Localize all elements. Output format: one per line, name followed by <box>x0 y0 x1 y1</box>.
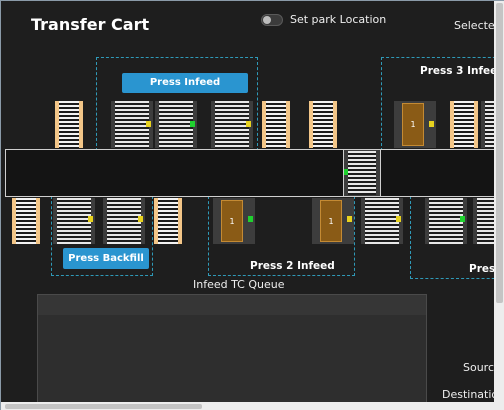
pallet: 1 <box>402 103 424 146</box>
roller-conveyor <box>55 101 83 148</box>
pallet: 1 <box>320 200 342 242</box>
station-slats <box>215 101 249 148</box>
press2-infeed-label: Press 2 Infeed <box>250 260 335 272</box>
park-location-toggle[interactable] <box>261 14 283 26</box>
infeed-queue-table[interactable] <box>37 294 427 410</box>
station-slats <box>159 101 193 148</box>
press2-infeed-station-2[interactable]: 1 <box>312 198 354 244</box>
vertical-scrollbar[interactable] <box>494 1 504 402</box>
roller-conveyor <box>262 101 290 148</box>
press2-infeed-station-3[interactable] <box>361 198 403 244</box>
pallet-number: 1 <box>410 120 416 130</box>
park-location-label: Set park Location <box>290 13 387 26</box>
transfer-track <box>5 149 495 197</box>
backfill-station-2[interactable] <box>103 198 145 244</box>
transfer-cart[interactable] <box>343 149 381 197</box>
page-title: Transfer Cart <box>31 15 150 34</box>
queue-table-header <box>38 295 426 315</box>
press-infeed-station-2[interactable] <box>155 101 197 148</box>
roller-conveyor <box>450 101 478 148</box>
press3-infeed-station-1[interactable]: 1 <box>394 101 436 148</box>
station-slats <box>107 198 141 244</box>
toggle-knob <box>263 16 271 24</box>
pallet-number: 1 <box>229 217 235 226</box>
press3-infeed-label: Press 3 Infeed <box>420 65 504 77</box>
transfer-cart-screen: Transfer Cart Set park Location Selected… <box>0 0 504 410</box>
roller-conveyor <box>12 198 40 244</box>
station-slats <box>115 101 149 148</box>
roller-conveyor <box>154 198 182 244</box>
cart-slats <box>348 151 376 195</box>
status-indicator <box>88 216 93 222</box>
roller-conveyor <box>309 101 337 148</box>
press-infeed-station-1[interactable] <box>111 101 153 148</box>
horizontal-scroll-thumb[interactable] <box>5 404 202 409</box>
press2-infeed-station-1[interactable]: 1 <box>213 198 255 244</box>
status-indicator <box>396 216 401 222</box>
status-indicator <box>246 121 251 127</box>
press-backfill-button[interactable]: Press Backfill <box>63 248 149 269</box>
horizontal-scrollbar[interactable] <box>1 402 504 410</box>
status-indicator <box>347 216 352 222</box>
station-slats <box>429 198 463 244</box>
backfill-station-1[interactable] <box>53 198 95 244</box>
vertical-scroll-thumb[interactable] <box>496 3 503 303</box>
status-indicator <box>146 121 151 127</box>
press-infeed-button[interactable]: Press Infeed <box>122 73 248 93</box>
press-right-station-1[interactable] <box>425 198 467 244</box>
status-indicator <box>429 121 434 127</box>
cart-indicator <box>344 169 348 175</box>
queue-title: Infeed TC Queue <box>193 278 285 291</box>
status-indicator <box>460 216 465 222</box>
station-slats <box>57 198 91 244</box>
status-indicator <box>248 216 253 222</box>
pallet-number: 1 <box>328 217 334 226</box>
pallet: 1 <box>221 200 243 242</box>
status-indicator <box>190 121 195 127</box>
status-indicator <box>138 216 143 222</box>
station-slats <box>365 198 399 244</box>
press-infeed-station-3[interactable] <box>211 101 253 148</box>
